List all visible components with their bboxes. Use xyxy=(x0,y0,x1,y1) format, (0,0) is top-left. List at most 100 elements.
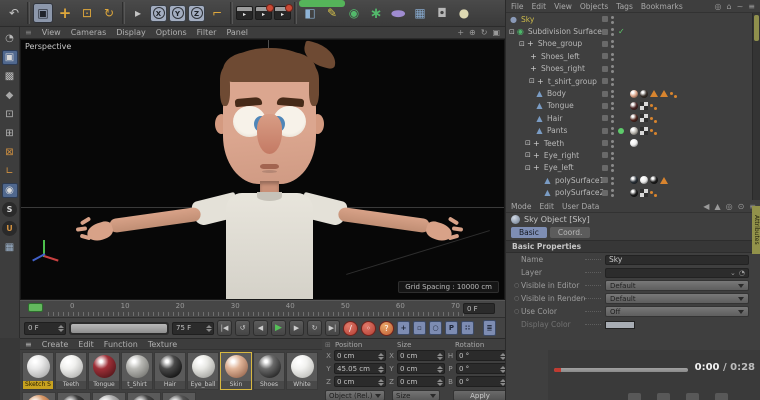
attribute-menu-item[interactable]: Edit xyxy=(539,202,554,211)
material-menu-item[interactable]: Create xyxy=(42,340,69,349)
visibility-dots[interactable] xyxy=(611,77,614,81)
add-subdivision-surface-button[interactable]: ◉ xyxy=(344,3,364,23)
layer-browser-icon[interactable]: ◔ xyxy=(739,269,745,277)
layer-chip[interactable] xyxy=(602,127,608,134)
material-item[interactable]: Sketch S xyxy=(22,352,54,390)
spinner[interactable] xyxy=(378,366,384,373)
texture-tag-chip[interactable] xyxy=(650,129,653,133)
add-camera-button[interactable]: ◘ xyxy=(432,3,452,23)
texture-tag-chip[interactable] xyxy=(630,114,638,123)
visibility-dots[interactable] xyxy=(611,176,614,180)
back-icon[interactable]: ◀ xyxy=(703,202,709,211)
timeline-playhead[interactable] xyxy=(28,303,43,312)
coordinate-system-dropdown[interactable]: Object (Rel.) xyxy=(325,390,385,400)
spinner[interactable] xyxy=(58,324,64,332)
viewport-menu-item[interactable]: Cameras xyxy=(71,28,107,37)
layer-chip[interactable] xyxy=(602,53,608,60)
make-editable-icon[interactable]: ◔ xyxy=(2,31,18,46)
frame-start-field[interactable]: 0 F xyxy=(24,321,66,335)
spinner[interactable] xyxy=(378,379,384,386)
render-picture-viewer-button[interactable]: ▸ xyxy=(255,4,274,20)
visibility-toggles[interactable] xyxy=(602,102,614,109)
material-name[interactable]: Eye_ball xyxy=(188,381,218,389)
visibility-dots[interactable] xyxy=(611,164,614,168)
object-name[interactable]: Hair xyxy=(547,114,562,123)
layer-chip[interactable] xyxy=(602,164,608,171)
object-tree-scrollbar[interactable] xyxy=(752,13,760,200)
spinner[interactable] xyxy=(437,353,443,360)
settings-gear-icon[interactable] xyxy=(686,393,699,400)
keyframe-dot-icon[interactable]: ○ xyxy=(514,282,521,289)
viewport-menu-item[interactable]: Options xyxy=(156,28,187,37)
snap-icon[interactable]: S xyxy=(2,202,17,217)
visibility-toggles[interactable] xyxy=(602,176,614,184)
visibility-toggles[interactable] xyxy=(602,114,614,122)
object-tree-item[interactable]: ⊡ + Eye_right xyxy=(506,149,753,161)
visibility-dots[interactable] xyxy=(611,28,614,32)
search-icon[interactable]: ◎ xyxy=(726,202,733,211)
axis-mode-icon[interactable]: ∟ xyxy=(2,164,18,179)
material-name[interactable]: Sketch S xyxy=(23,381,53,389)
name-input[interactable]: Sky xyxy=(605,254,749,265)
autokey-button[interactable]: ◦ xyxy=(361,320,376,336)
object-tree-item[interactable]: + Shoes_left xyxy=(506,50,753,62)
chevron-down-icon[interactable]: ⌄ xyxy=(730,269,736,277)
spinner[interactable] xyxy=(437,379,443,386)
texture-mode-icon[interactable]: ▩ xyxy=(2,69,18,84)
layer-chip[interactable] xyxy=(602,102,608,109)
object-tree-item[interactable]: + Shoes_right xyxy=(506,63,753,75)
add-light-button[interactable]: ● xyxy=(454,3,474,23)
texture-tag-chip[interactable] xyxy=(640,126,648,135)
rotate-view-icon[interactable]: ↻ xyxy=(481,28,488,37)
toolbar-separator[interactable] xyxy=(122,2,125,24)
material-item[interactable]: Eye_ball xyxy=(187,352,219,390)
position-key-toggle[interactable]: + xyxy=(397,321,410,335)
loop-button[interactable]: ↻ xyxy=(307,320,322,336)
object-tree-item[interactable]: ● Sky xyxy=(506,13,753,25)
volume-icon[interactable] xyxy=(657,393,670,400)
object-tree-item[interactable]: ▲ polySurface2 xyxy=(506,186,753,198)
texture-tag-chip[interactable] xyxy=(640,89,648,98)
coord-system-icon[interactable]: ⌐ xyxy=(207,3,227,23)
layer-chip[interactable] xyxy=(602,140,608,147)
visibility-dots[interactable] xyxy=(611,15,614,19)
color-swatch[interactable] xyxy=(605,320,635,329)
object-name[interactable]: polySurface1 xyxy=(555,176,604,185)
visibility-toggles[interactable] xyxy=(602,15,614,23)
video-progress-bar[interactable] xyxy=(554,368,688,372)
layer-chip[interactable] xyxy=(602,90,608,97)
material-item[interactable]: Shoes xyxy=(253,352,285,390)
material-item[interactable]: Teeth xyxy=(55,352,87,390)
last-tool-icon[interactable]: ▸ xyxy=(128,3,148,23)
visibility-dots[interactable] xyxy=(611,139,614,143)
object-tree-item[interactable]: ▲ Tongue xyxy=(506,100,753,112)
texture-tag-chip[interactable] xyxy=(630,89,638,98)
layout-icon[interactable]: ≡ xyxy=(748,2,755,11)
object-name[interactable]: Pants xyxy=(547,126,567,135)
panel-grip-icon[interactable]: ≡ xyxy=(25,340,32,349)
pla-key-toggle[interactable]: ∷ xyxy=(461,321,474,335)
size-field[interactable]: 0 cm xyxy=(397,363,445,374)
keyframe-dot-icon[interactable]: ○ xyxy=(514,308,521,315)
layer-input[interactable]: ⌄ ◔ xyxy=(605,267,749,278)
model-mode-icon[interactable]: ▣ xyxy=(1,50,18,65)
spinner[interactable] xyxy=(378,353,384,360)
rotation-key-toggle[interactable]: ○ xyxy=(429,321,442,335)
material-name[interactable]: White xyxy=(287,381,317,389)
expand-toggle-icon[interactable]: ⊡ xyxy=(525,164,531,172)
visibility-toggles[interactable] xyxy=(602,139,614,147)
texture-tag-chip[interactable] xyxy=(640,101,648,110)
object-tree-item[interactable]: ▲ Pants xyxy=(506,125,753,137)
expand-toggle-icon[interactable]: ⊡ xyxy=(519,40,525,48)
material-name[interactable]: Hair xyxy=(155,381,185,389)
object-tree-item[interactable]: ▲ Hair xyxy=(506,112,753,124)
material-name[interactable]: Tongue xyxy=(89,381,119,389)
size-mode-dropdown[interactable]: Size xyxy=(392,390,440,400)
rotation-field[interactable]: 0 ° xyxy=(456,363,508,374)
material-item[interactable]: Skin xyxy=(220,352,252,390)
dropdown[interactable]: Default xyxy=(605,280,749,291)
material-item[interactable]: Tongue xyxy=(88,352,120,390)
viewport-menu-item[interactable]: Panel xyxy=(226,28,248,37)
viewport-canvas[interactable]: Perspective Grid Spacing: 10000 cm xyxy=(20,39,505,300)
object-tree-item[interactable]: ⊡ + Shoe_group xyxy=(506,38,753,50)
